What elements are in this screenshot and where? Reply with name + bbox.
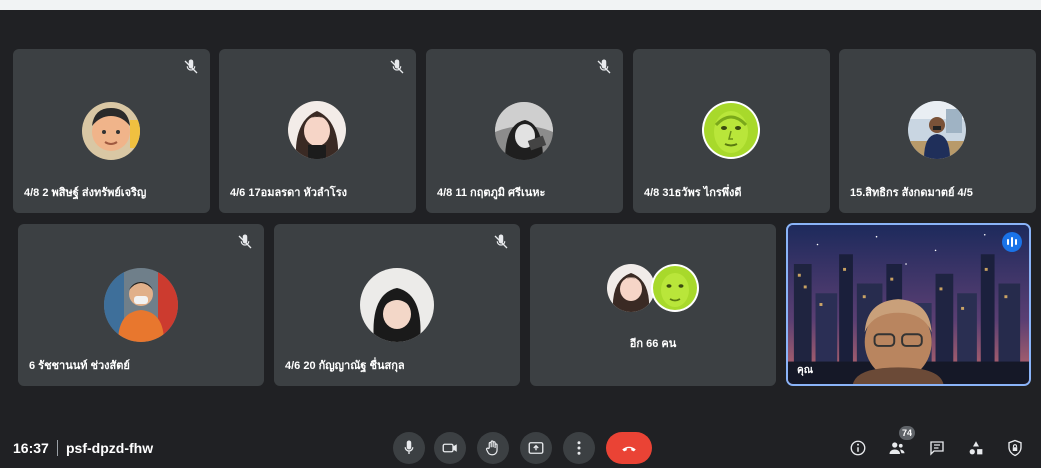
- meeting-info-button[interactable]: [848, 438, 868, 458]
- participant-tile[interactable]: 4/6 17อมลรดา หัวลำโรง: [219, 49, 416, 213]
- microphone-icon: [404, 440, 414, 454]
- participant-tile[interactable]: 4/6 20 กัญญาณัฐ ชื่นสกุล: [274, 224, 520, 386]
- info-icon: [850, 440, 866, 456]
- participant-name: 4/6 20 กัญญาณัฐ ชื่นสกุล: [285, 360, 405, 372]
- mic-off-icon: [236, 233, 254, 251]
- clock-time: 16:37: [13, 440, 49, 456]
- mic-off-icon: [492, 233, 510, 251]
- shield-lock-icon: [1008, 439, 1022, 457]
- hand-icon: [485, 440, 498, 456]
- camera-button[interactable]: [434, 432, 466, 464]
- participant-name: 4/8 11 กฤตภูมิ ศรีเนหะ: [437, 187, 546, 199]
- more-participants-label: อีก 66 คน: [629, 338, 677, 350]
- participant-name: 15.สิทธิกร สังกดมาตย์ 4/5: [850, 187, 973, 199]
- avatar: [82, 102, 140, 160]
- top-strip: [0, 0, 1041, 10]
- participant-name: 6 รัชชานนท์ ช่วงสัตย์: [29, 360, 130, 372]
- people-count-badge: 74: [899, 426, 916, 440]
- more-participants-tile[interactable]: อีก 66 คน: [530, 224, 776, 386]
- people-icon: [889, 442, 905, 454]
- participant-tile[interactable]: 4/8 11 กฤตภูมิ ศรีเนหะ: [426, 49, 623, 213]
- camera-icon: [442, 443, 457, 453]
- speaking-indicator-icon: [1002, 232, 1022, 252]
- avatar: [360, 268, 434, 342]
- participant-name: 4/6 17อมลรดา หัวลำโรง: [230, 187, 347, 199]
- self-label: คุณ: [797, 365, 813, 376]
- meeting-code: psf-dpzd-fhw: [66, 440, 154, 456]
- separator: [57, 440, 58, 456]
- more-options-button[interactable]: [563, 432, 595, 464]
- activities-button[interactable]: [966, 438, 986, 458]
- present-icon: [528, 442, 544, 454]
- mic-off-icon: [595, 58, 613, 76]
- end-call-button[interactable]: [606, 432, 652, 464]
- participant-tile[interactable]: 15.สิทธิกร สังกดมาตย์ 4/5: [839, 49, 1036, 213]
- participant-name: 4/8 2 พสิษฐ์ ส่งทรัพย์เจริญ: [24, 187, 147, 199]
- participant-tile[interactable]: 4/8 31ธวัพร ไกรพึ่งดี: [633, 49, 830, 213]
- bottom-bar: 16:37 psf-dpzd-fhw 74: [0, 424, 1041, 468]
- people-button[interactable]: [887, 438, 907, 458]
- hang-up-icon: [622, 446, 636, 452]
- mic-off-icon: [388, 58, 406, 76]
- avatar: [495, 102, 553, 160]
- avatar: [288, 101, 346, 159]
- avatar: [104, 268, 178, 342]
- avatar: [702, 101, 760, 159]
- more-vert-icon: [577, 441, 581, 455]
- chat-button[interactable]: [927, 438, 947, 458]
- activities-icon: [969, 441, 983, 455]
- raise-hand-button[interactable]: [477, 432, 509, 464]
- microphone-button[interactable]: [393, 432, 425, 464]
- self-video-tile[interactable]: คุณ: [786, 223, 1031, 386]
- participant-name: 4/8 31ธวัพร ไกรพึ่งดี: [644, 187, 742, 199]
- host-controls-button[interactable]: [1005, 438, 1025, 458]
- avatar: [651, 264, 699, 312]
- avatar: [908, 101, 966, 159]
- present-screen-button[interactable]: [520, 432, 552, 464]
- participant-tile[interactable]: 6 รัชชานนท์ ช่วงสัตย์: [18, 224, 264, 386]
- chat-icon: [930, 441, 944, 456]
- participant-tile[interactable]: 4/8 2 พสิษฐ์ ส่งทรัพย์เจริญ: [13, 49, 210, 213]
- avatar: [607, 264, 655, 312]
- mic-off-icon: [182, 58, 200, 76]
